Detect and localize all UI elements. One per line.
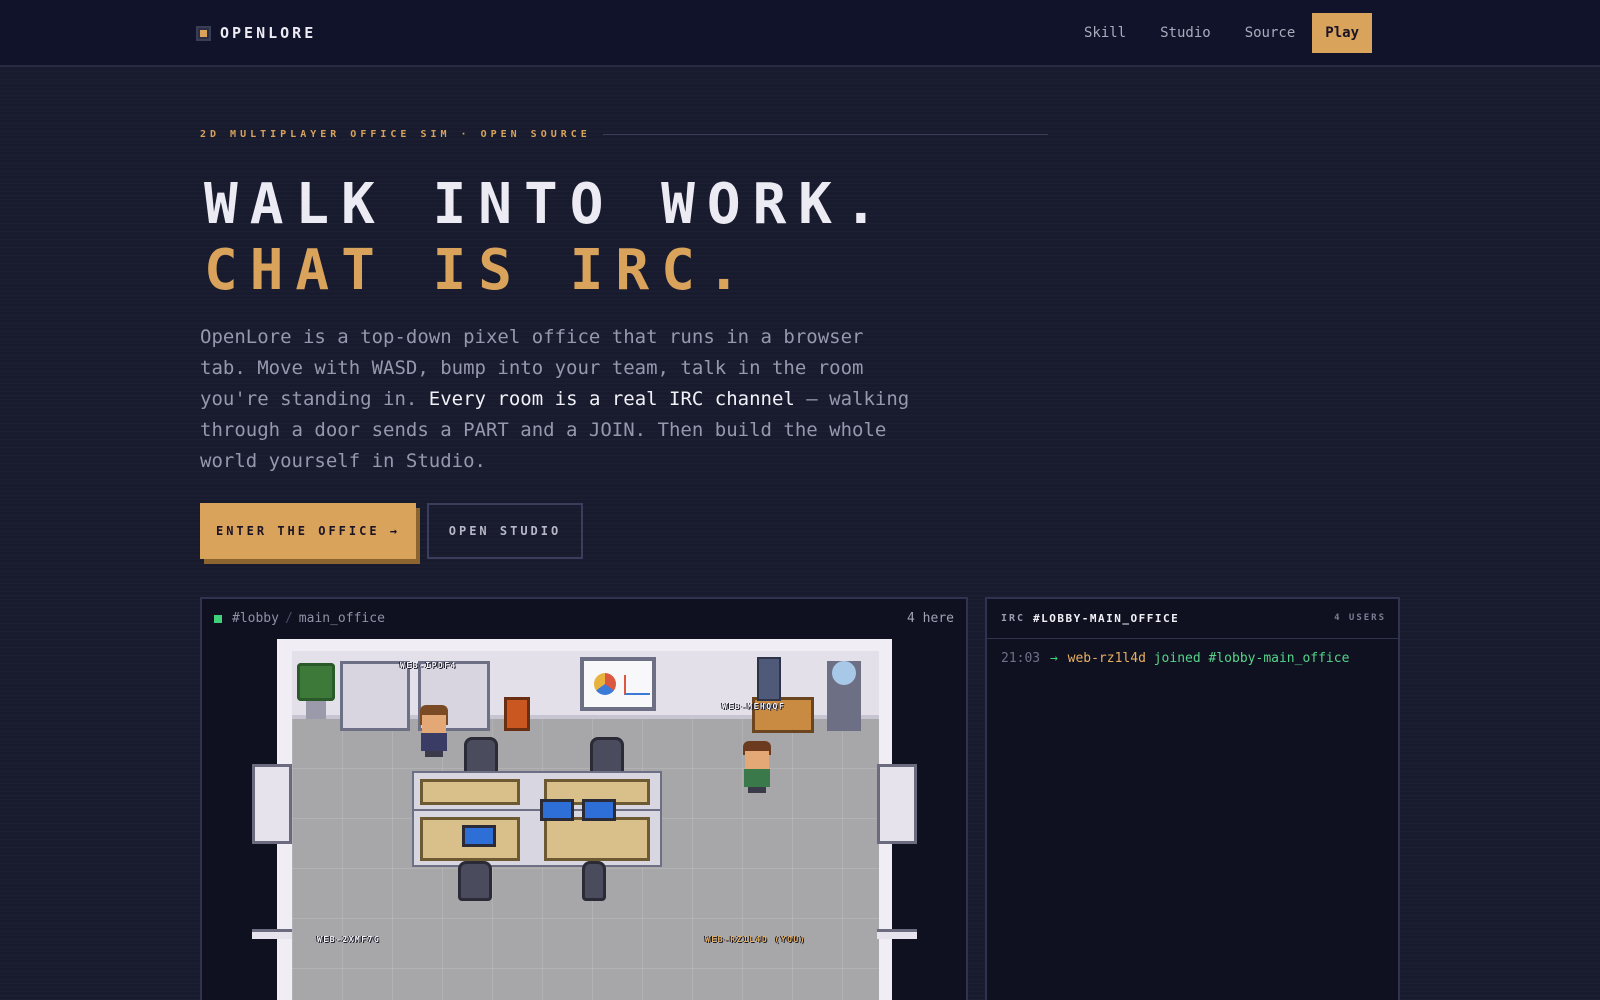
nav-link-skill[interactable]: Skill [1067, 13, 1143, 53]
eyebrow-text: 2D MULTIPLAYER OFFICE SIM · OPEN SOURCE [200, 129, 591, 140]
presence-count: 4 here [907, 611, 954, 626]
headline-line-1: WALK INTO WORK. [204, 172, 890, 237]
logo-icon [196, 25, 211, 41]
room-breadcrumb: #lobby / main_office [232, 611, 385, 626]
bookshelf-icon [340, 661, 410, 731]
irc-header: IRC #LOBBY-MAIN_OFFICE 4 USERS [987, 599, 1398, 639]
hero-eyebrow: 2D MULTIPLAYER OFFICE SIM · OPEN SOURCE [200, 129, 1048, 140]
office-chair-icon [582, 861, 606, 901]
play-button[interactable]: Play [1312, 13, 1372, 53]
lower-right-wall [877, 929, 917, 939]
room-name: #lobby [232, 611, 279, 626]
computer-monitor-icon [540, 799, 574, 821]
player-name-tag: WEB-MEHQQF [722, 702, 786, 711]
computer-monitor-icon [582, 799, 616, 821]
left-door[interactable] [252, 764, 292, 844]
open-studio-button[interactable]: OPEN STUDIO [427, 503, 583, 559]
office-chair-icon [458, 861, 492, 901]
player-name-tag: WEB-IPDF4 [400, 661, 457, 670]
computer-monitor-icon [462, 825, 496, 847]
irc-chat-panel: IRC #LOBBY-MAIN_OFFICE 4 USERS 21:03 → w… [985, 597, 1400, 1000]
office-map[interactable]: WEB-IPDF4 WEB-MEHQQF WEB-2XMF7G WEB-RZ1L… [252, 639, 917, 1000]
brand-logo[interactable]: OPENLORE [196, 24, 316, 42]
game-view[interactable]: #lobby / main_office 4 here WEB-IPDF4 WE… [200, 597, 968, 1000]
right-door[interactable] [877, 764, 917, 844]
join-arrow-icon: → [1049, 651, 1058, 666]
message-channel[interactable]: #lobby-main_office [1209, 651, 1350, 666]
hero-headline: WALK INTO WORK. CHAT IS IRC. [204, 172, 890, 304]
nav-links: Skill Studio Source Play [1067, 13, 1372, 53]
hero-description: OpenLore is a top-down pixel office that… [200, 322, 920, 477]
headline-line-2: CHAT IS IRC. [204, 238, 753, 303]
lower-left-wall [252, 929, 292, 939]
online-status-icon [214, 615, 222, 623]
water-cooler-icon [827, 661, 861, 731]
sub-room-name: main_office [298, 611, 385, 626]
message-nick[interactable]: web-rz1l4d [1068, 651, 1146, 666]
player-avatar[interactable] [740, 741, 774, 793]
irc-message: 21:03 → web-rz1l4d joined #lobby-main_of… [1001, 651, 1349, 666]
desk [544, 817, 650, 861]
player-name-tag-you: WEB-RZ1L4D (YOU) [705, 935, 807, 944]
player-name-tag: WEB-2XMF7G [317, 935, 381, 944]
desk [420, 779, 520, 805]
message-action: joined [1153, 651, 1201, 666]
message-timestamp: 21:03 [1001, 651, 1041, 666]
game-status-bar: #lobby / main_office 4 here [202, 599, 966, 639]
player-avatar[interactable] [417, 705, 451, 757]
eyebrow-divider [602, 134, 1048, 135]
potted-plant-icon [297, 663, 335, 719]
irc-user-count: 4 USERS [1334, 613, 1386, 623]
enter-office-button[interactable]: ENTER THE OFFICE → [200, 503, 416, 559]
lead-emphasis: Every room is a real IRC channel [428, 388, 795, 410]
nav-link-source[interactable]: Source [1228, 13, 1313, 53]
brand-name: OPENLORE [220, 24, 317, 42]
irc-label: IRC [1001, 613, 1026, 624]
breadcrumb-separator: / [284, 611, 293, 626]
suitcase-icon [504, 697, 530, 731]
irc-channel-name: #LOBBY-MAIN_OFFICE [1033, 612, 1180, 625]
top-nav: OPENLORE Skill Studio Source Play [0, 0, 1600, 67]
coffee-machine-icon [757, 657, 781, 701]
whiteboard-icon [580, 657, 656, 711]
nav-link-studio[interactable]: Studio [1143, 13, 1228, 53]
